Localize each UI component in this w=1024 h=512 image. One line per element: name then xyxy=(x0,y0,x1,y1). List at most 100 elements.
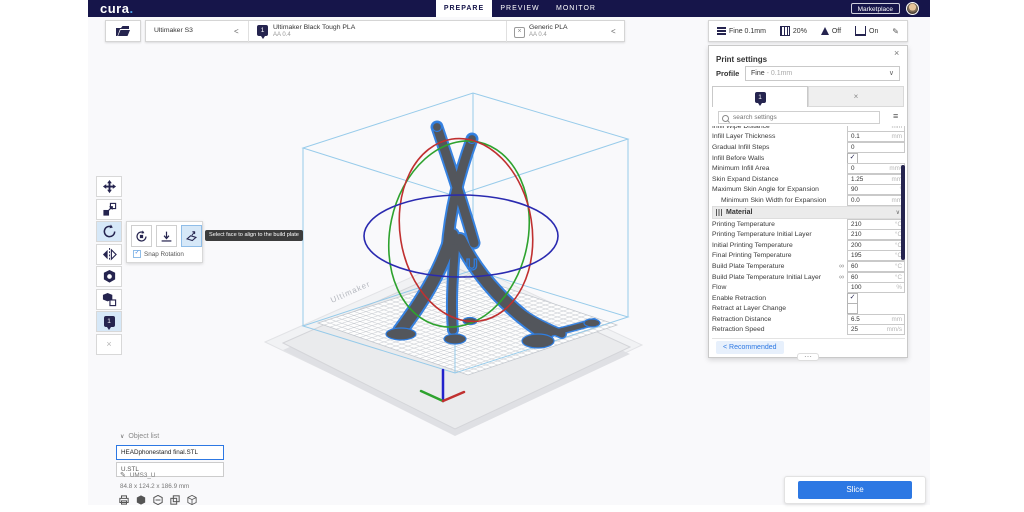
tab-monitor[interactable]: MONITOR xyxy=(548,0,604,17)
setting-row: Build Plate Temperature∞60°C xyxy=(712,261,905,272)
setting-value-input[interactable]: 6.5mm xyxy=(847,314,905,325)
move-tool[interactable] xyxy=(96,176,122,197)
setting-value-input[interactable]: 0 xyxy=(847,142,905,153)
setting-value-input[interactable]: 0mm² xyxy=(847,163,905,174)
model-dimensions: 84.8 x 124.2 x 186.9 mm xyxy=(120,483,189,490)
setting-row: Minimum Skin Width for Expansion0.0mm xyxy=(712,195,905,206)
setting-value: 200 xyxy=(848,242,895,249)
setting-value-input[interactable]: 25mm/s xyxy=(847,324,905,335)
mirror-tool[interactable] xyxy=(96,244,122,265)
mirror-icon xyxy=(102,247,117,262)
recommended-link[interactable]: < Recommended xyxy=(716,341,784,354)
setting-row: Final Printing Temperature195°C xyxy=(712,251,905,262)
setting-value-input[interactable]: 100% xyxy=(847,282,905,293)
settings-menu-icon[interactable]: ≡ xyxy=(893,111,898,121)
support-icon xyxy=(821,27,829,35)
rename-pencil-icon[interactable]: ✎ xyxy=(120,471,126,479)
link-icon[interactable]: ∞ xyxy=(839,274,844,281)
setting-label: Skin Expand Distance xyxy=(712,176,847,183)
setting-label: Maximum Skin Angle for Expansion xyxy=(712,186,847,193)
object-list-header[interactable]: ∨ Object list xyxy=(120,433,159,440)
setting-value: 0.0 xyxy=(848,197,892,204)
cube-flip-icon[interactable] xyxy=(153,495,163,505)
setting-value-input[interactable]: 0.0mm xyxy=(847,195,905,206)
setting-unit: % xyxy=(896,284,904,291)
search-input[interactable] xyxy=(731,112,865,123)
link-icon[interactable]: ∞ xyxy=(839,263,844,270)
setting-value-input[interactable]: 210°C xyxy=(847,219,905,230)
cube-copy-icon[interactable] xyxy=(170,495,180,505)
marketplace-button[interactable]: Marketplace xyxy=(851,3,900,14)
setting-unit: °C xyxy=(895,263,904,270)
search-settings-box[interactable] xyxy=(718,111,880,124)
tab-extruder-1[interactable]: 1 xyxy=(712,86,808,107)
setting-value: 0 xyxy=(848,165,889,172)
setting-value-input[interactable]: 60°C xyxy=(847,261,905,272)
select-face-icon xyxy=(185,230,198,243)
setting-value: 210 xyxy=(848,231,895,238)
setting-value-input[interactable]: 90° xyxy=(847,184,905,195)
extruder-1-material[interactable]: Ultimaker Black Tough PLA xyxy=(273,24,355,32)
per-model-settings-icon xyxy=(102,269,117,284)
cube-solid-icon[interactable] xyxy=(136,495,146,505)
per-model-settings-tool[interactable] xyxy=(96,266,122,287)
setting-value-input[interactable]: 0.1mm xyxy=(847,131,905,142)
setting-unit: mm/s xyxy=(887,326,904,333)
reset-rotation-button[interactable] xyxy=(131,225,152,247)
panel-drag-handle[interactable]: ⋯ xyxy=(797,353,819,361)
setting-label: Build Plate Temperature Initial Layer xyxy=(712,274,839,281)
setting-label: Infill Wipe Distance xyxy=(712,126,847,130)
setting-row: Infill Layer Thickness0.1mm xyxy=(712,132,905,143)
open-file-button[interactable] xyxy=(105,20,141,42)
extruder-select-button-2[interactable]: × xyxy=(96,334,122,355)
printer-icon[interactable] xyxy=(119,495,129,505)
tab-prepare[interactable]: PREPARE xyxy=(436,0,492,17)
close-icon[interactable]: × xyxy=(894,48,899,58)
setting-checkbox[interactable] xyxy=(847,303,858,314)
rotate-tool-flyout: ✓ Snap Rotation xyxy=(126,221,203,263)
chevron-down-icon: ∨ xyxy=(889,67,894,80)
setting-value: 1.25 xyxy=(848,176,892,183)
extruder-2-material[interactable]: Generic PLA xyxy=(529,24,568,32)
settings-list: Infill Wipe DistancemmInfill Layer Thick… xyxy=(712,126,905,338)
printer-collapse-chevron-icon[interactable]: < xyxy=(234,27,239,36)
setting-row: Retraction Speed25mm/s xyxy=(712,325,905,336)
lay-flat-button[interactable] xyxy=(156,225,177,247)
extruder-select-button-1[interactable]: 1 xyxy=(96,311,122,332)
setting-value-input[interactable]: 195°C xyxy=(847,250,905,261)
setting-row: Enable Retraction✓ xyxy=(712,293,905,304)
profile-dropdown[interactable]: Fine - 0.1mm ∨ xyxy=(745,66,900,81)
setting-value-input[interactable]: 210°C xyxy=(847,229,905,240)
setting-label: Minimum Infill Area xyxy=(712,165,847,172)
setting-value: 0.1 xyxy=(848,133,892,140)
project-name: UMS3_U xyxy=(130,472,156,479)
profile-icon xyxy=(717,27,726,35)
tab-extruder-2[interactable]: × xyxy=(808,86,904,107)
slice-button[interactable]: Slice xyxy=(798,481,912,499)
setting-checkbox[interactable]: ✓ xyxy=(847,153,858,164)
setting-label: Printing Temperature xyxy=(712,221,847,228)
adhesion-icon xyxy=(855,26,866,36)
setting-row: Build Plate Temperature Initial Layer∞60… xyxy=(712,272,905,283)
snap-rotation-checkbox[interactable]: ✓ xyxy=(133,250,141,258)
setting-value: 210 xyxy=(848,221,895,228)
setting-unit: °C xyxy=(895,274,904,281)
printer-name[interactable]: Ultimaker S3 xyxy=(154,27,193,35)
object-list-item[interactable]: HEADphonestand final.STL xyxy=(116,445,224,460)
setting-value-input[interactable]: 1.25mm xyxy=(847,174,905,185)
setting-checkbox[interactable]: ✓ xyxy=(847,293,858,304)
print-settings-summary-bar[interactable]: Fine 0.1mm 20% Off On ✎ xyxy=(708,20,908,42)
scrollbar-thumb[interactable] xyxy=(901,165,905,260)
configuration-collapse-chevron-icon[interactable]: < xyxy=(611,27,616,36)
scale-tool[interactable] xyxy=(96,199,122,220)
setting-value-input[interactable]: 200°C xyxy=(847,240,905,251)
setting-value-input[interactable]: 60°C xyxy=(847,272,905,283)
select-face-button[interactable] xyxy=(181,225,202,247)
cube-outline-icon[interactable] xyxy=(187,495,197,505)
edit-settings-pencil-icon[interactable]: ✎ xyxy=(892,27,899,36)
support-blocker-tool[interactable] xyxy=(96,289,122,310)
tab-preview[interactable]: PREVIEW xyxy=(492,0,548,17)
settings-section-material[interactable]: Material∨ xyxy=(712,206,905,219)
avatar[interactable] xyxy=(906,2,919,15)
rotate-tool[interactable] xyxy=(96,221,122,242)
